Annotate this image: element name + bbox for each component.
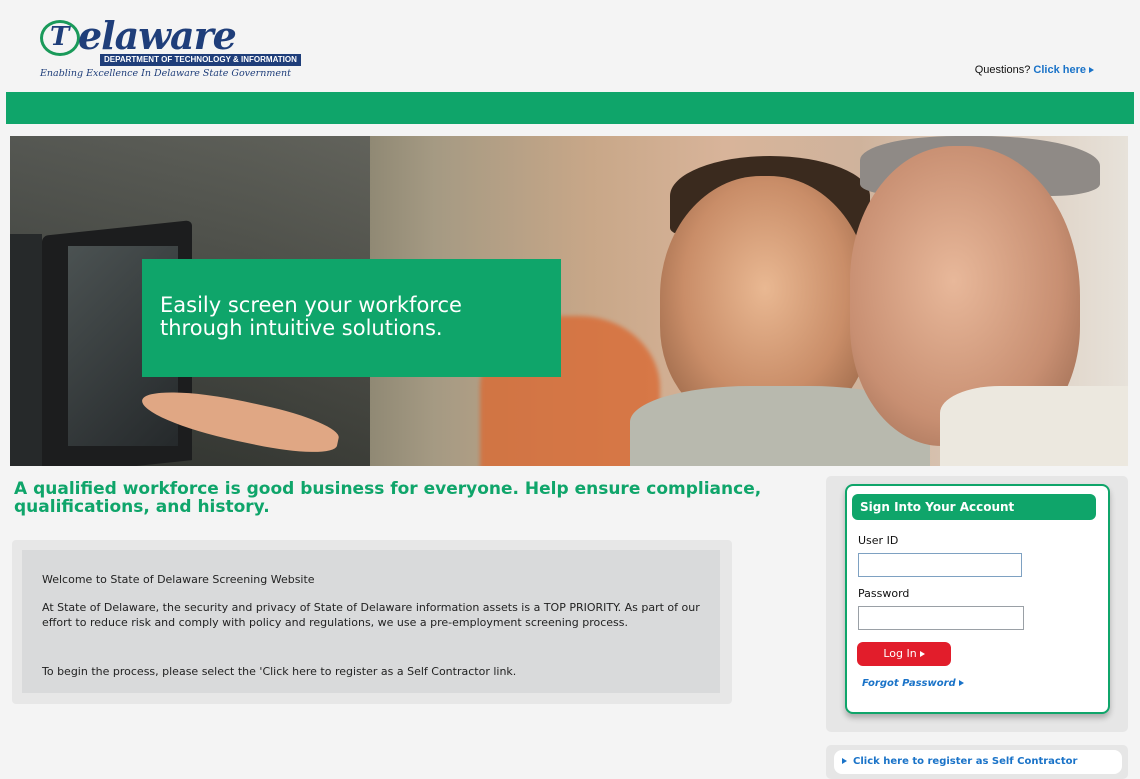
questions-label: Questions? (974, 64, 1031, 76)
arrow-right-icon (958, 680, 964, 686)
password-input[interactable] (858, 606, 1024, 630)
forgot-password-label: Forgot Password (862, 678, 956, 689)
welcome-body: At State of Delaware, the security and p… (42, 601, 700, 629)
arrow-right-icon (842, 758, 847, 764)
login-button-label: Log In (883, 647, 917, 660)
logo-department-band: DEPARTMENT OF TECHNOLOGY & INFORMATION (100, 54, 301, 66)
welcome-title: Welcome to State of Delaware Screening W… (42, 573, 315, 586)
delaware-dti-logo: T elaware DEPARTMENT OF TECHNOLOGY & INF… (38, 13, 301, 82)
hero-message-box: Easily screen your workforce through int… (142, 259, 561, 377)
logo-tagline: Enabling Excellence In Delaware State Go… (40, 68, 291, 79)
userid-input[interactable] (858, 553, 1022, 577)
welcome-instruction: To begin the process, please select the … (42, 665, 517, 678)
register-link-label: Click here to register as Self Contracto… (853, 756, 1078, 767)
green-nav-bar (6, 92, 1134, 124)
login-button[interactable]: Log In (857, 642, 951, 666)
welcome-content: Welcome to State of Delaware Screening W… (22, 550, 720, 693)
logo-mark-letter: T (50, 22, 70, 52)
hero-message: Easily screen your workforce through int… (160, 294, 462, 340)
questions-click-here-link[interactable]: Click here (1033, 64, 1094, 76)
questions-help: Questions? Click here (975, 64, 1094, 76)
hero-line-2: through intuitive solutions. (160, 316, 443, 340)
register-self-contractor-link[interactable]: Click here to register as Self Contracto… (834, 750, 1122, 774)
login-title: Sign Into Your Account (852, 494, 1096, 520)
arrow-right-icon (1089, 67, 1094, 74)
page-tagline: A qualified workforce is good business f… (14, 479, 762, 517)
questions-link-text: Click here (1033, 64, 1086, 76)
hero-line-1: Easily screen your workforce (160, 293, 462, 317)
password-label: Password (858, 587, 910, 600)
logo-wordmark: elaware (78, 13, 237, 58)
userid-label: User ID (858, 534, 899, 547)
arrow-right-icon (919, 651, 925, 657)
forgot-password-link[interactable]: Forgot Password (862, 678, 964, 689)
